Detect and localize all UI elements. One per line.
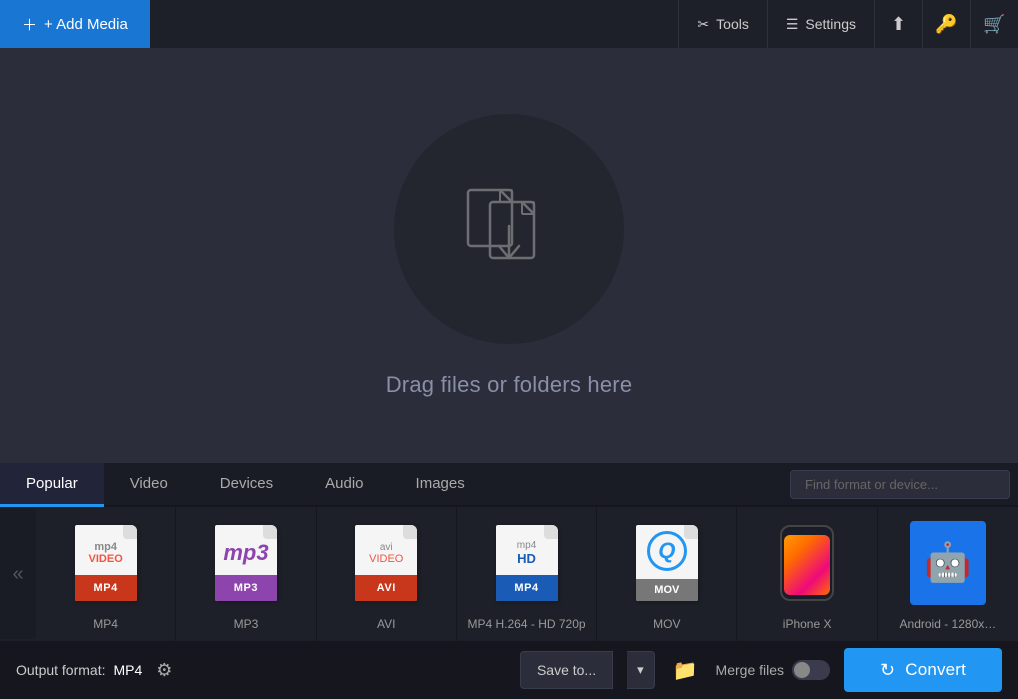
tab-popular[interactable]: Popular [0,463,104,507]
convert-label: Convert [905,660,966,680]
format-icon-mp4hd: mp4 HD MP4 [487,519,567,607]
settings-icon: ☰ [786,16,799,33]
format-label-mp4hd: MP4 H.264 - HD 720p [468,617,586,631]
format-label-android: Android - 1280x… [900,617,997,631]
merge-files-toggle[interactable] [792,660,830,680]
drag-drop-area[interactable]: Drag files or folders here [0,48,1018,463]
format-item-mp4[interactable]: mp4 VIDEO MP4 MP4 [36,507,176,641]
plus-icon: ＋ [22,14,37,35]
format-label-mp3: MP3 [234,617,259,631]
tools-label: Tools [716,16,749,32]
add-media-button[interactable]: ＋ + Add Media [0,0,150,48]
format-label-avi: AVI [377,617,395,631]
search-button[interactable]: 🔑 [922,0,970,48]
format-item-avi[interactable]: avi VIDEO AVI AVI [317,507,457,641]
chevron-down-icon: ▾ [637,662,644,678]
chevron-left-icon: « [12,563,23,586]
format-tabs: Popular Video Devices Audio Images [0,463,1018,507]
format-list-left-arrow[interactable]: « [0,509,36,639]
search-icon: 🔑 [935,14,957,35]
format-item-android[interactable]: 🤖 Android - 1280x… [878,507,1018,641]
folder-icon: 📁 [673,660,698,682]
tools-icon: ✂ [697,16,709,33]
format-icon-avi: avi VIDEO AVI [346,519,426,607]
tab-audio[interactable]: Audio [299,463,389,507]
save-to-dropdown-button[interactable]: ▾ [627,651,655,689]
tools-button[interactable]: ✂ Tools [678,0,766,48]
format-icon-mp4: mp4 VIDEO MP4 [66,519,146,607]
format-list-wrap: « mp4 VIDEO MP4 MP4 [0,507,1018,641]
share-button[interactable]: ⬆ [874,0,922,48]
format-icon-android: 🤖 [908,519,988,607]
format-label-mov: MOV [653,617,680,631]
android-robot-icon: 🤖 [924,541,971,585]
tab-images[interactable]: Images [390,463,491,507]
save-to-label: Save to... [537,662,596,678]
format-label-mp4: MP4 [93,617,118,631]
refresh-icon: ↻ [880,660,895,681]
format-label-iphonex: iPhone X [783,617,832,631]
top-nav: ＋ + Add Media ✂ Tools ☰ Settings ⬆ 🔑 🛒 [0,0,1018,48]
tab-video[interactable]: Video [104,463,194,507]
add-media-label: + Add Media [44,16,128,33]
drag-circle [394,114,624,344]
format-list: mp4 VIDEO MP4 MP4 mp3 MP3 [36,507,1018,641]
format-area: Popular Video Devices Audio Images « mp4… [0,463,1018,641]
open-folder-button[interactable]: 📁 [669,658,702,683]
output-format-display: Output format: MP4 [16,662,142,678]
convert-button[interactable]: ↻ Convert [844,648,1002,692]
format-icon-mov: Q MOV [627,519,707,607]
save-to-button[interactable]: Save to... [520,651,613,689]
format-item-mov[interactable]: Q MOV MOV [597,507,737,641]
merge-files-label: Merge files [716,662,784,678]
format-icon-mp3: mp3 MP3 [206,519,286,607]
output-settings-gear-button[interactable]: ⚙ [156,660,172,681]
toggle-knob [794,662,810,678]
format-item-mp3[interactable]: mp3 MP3 MP3 [176,507,316,641]
drag-text: Drag files or folders here [386,372,633,398]
file-drop-icon [464,176,554,281]
format-icon-iphonex [767,519,847,607]
bottom-bar: Output format: MP4 ⚙ Save to... ▾ 📁 Merg… [0,641,1018,699]
cart-icon: 🛒 [983,14,1005,35]
tab-search-container [790,470,1010,499]
gear-icon: ⚙ [156,660,172,681]
format-item-mp4hd[interactable]: mp4 HD MP4 MP4 H.264 - HD 720p [457,507,597,641]
cart-button[interactable]: 🛒 [970,0,1018,48]
merge-files-container: Merge files [716,660,830,680]
settings-button[interactable]: ☰ Settings [767,0,874,48]
format-search-input[interactable] [790,470,1010,499]
format-item-iphonex[interactable]: iPhone X [737,507,877,641]
share-icon: ⬆ [891,14,906,35]
output-format-value: MP4 [113,662,142,678]
nav-actions: ✂ Tools ☰ Settings ⬆ 🔑 🛒 [678,0,1018,48]
output-format-prefix: Output format: [16,662,105,678]
tab-devices[interactable]: Devices [194,463,299,507]
settings-label: Settings [805,16,856,32]
